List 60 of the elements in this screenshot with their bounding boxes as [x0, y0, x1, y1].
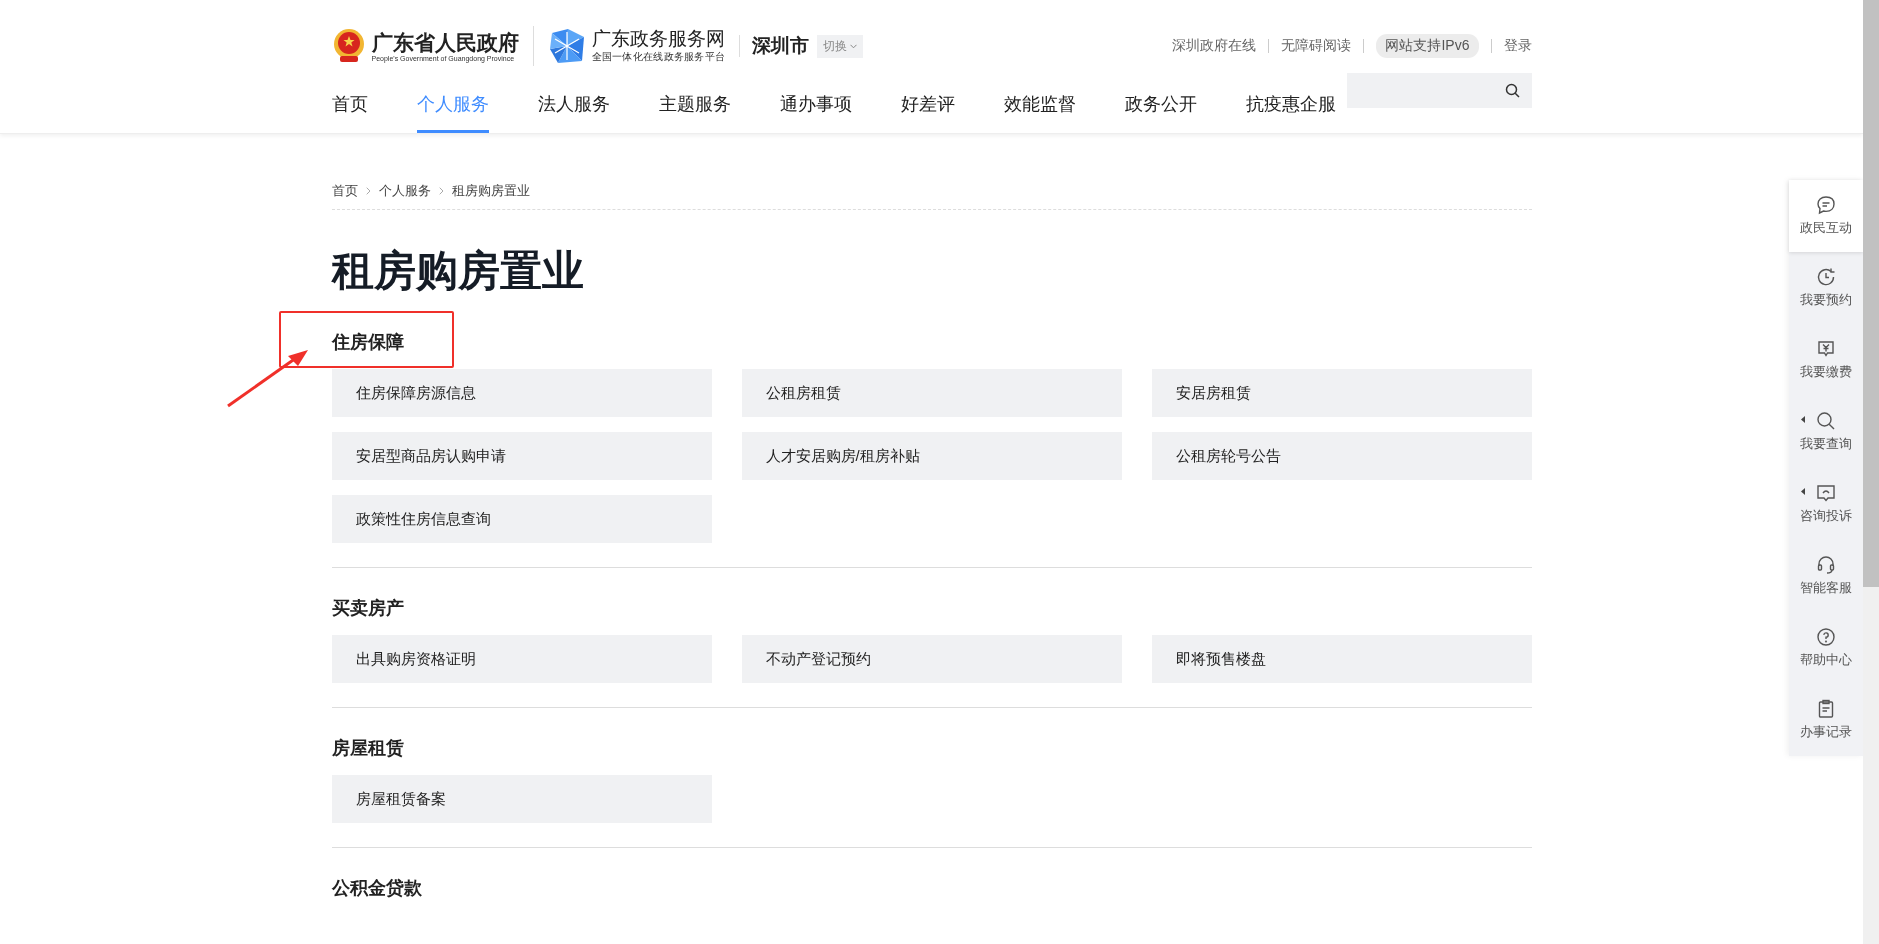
service-tile[interactable]: 即将预售楼盘 [1151, 635, 1532, 683]
chevron-down-icon [850, 43, 858, 49]
nav-tab[interactable]: 通办事项 [779, 68, 852, 133]
section-heading: 住房保障 [331, 331, 404, 354]
sidebar-item[interactable]: 帮助中心 [1789, 612, 1863, 684]
top-link[interactable]: 登录 [1503, 37, 1532, 55]
sidebar-item[interactable]: 我要缴费 [1789, 324, 1863, 396]
service-tile[interactable]: 房屋租赁备案 [331, 775, 712, 823]
service-tile[interactable]: 出具购房资格证明 [331, 635, 712, 683]
search-field[interactable] [1346, 73, 1532, 108]
service-tile[interactable]: 公租房租赁 [741, 369, 1122, 417]
message-screen-icon [1816, 483, 1836, 503]
government-title: 广东省人民政府 [371, 30, 519, 55]
nav-tab[interactable]: 政务公开 [1124, 68, 1197, 133]
breadcrumb-link[interactable]: 个人服务 [378, 182, 431, 200]
section-heading: 公积金贷款 [331, 877, 422, 900]
service-tile[interactable]: 不动产登记预约 [741, 635, 1122, 683]
section-heading: 买卖房产 [331, 597, 404, 620]
scrollbar-thumb[interactable] [1863, 0, 1879, 587]
chevron-right-icon [365, 187, 371, 195]
nav-tab[interactable]: 效能监督 [1003, 68, 1076, 133]
help-icon [1816, 627, 1836, 647]
section-heading: 房屋租赁 [331, 737, 404, 760]
breadcrumb-link[interactable]: 租房购房置业 [451, 182, 530, 200]
search-icon [1816, 411, 1836, 431]
sidebar-item[interactable]: 政民互动 [1789, 180, 1863, 252]
service-tile[interactable]: 住房保障房源信息 [331, 369, 712, 417]
scrollbar[interactable] [1863, 0, 1879, 944]
sidebar-item[interactable]: 我要预约 [1789, 252, 1863, 324]
nav-tab[interactable]: 好差评 [900, 68, 955, 133]
nav-tab[interactable]: 主题服务 [658, 68, 731, 133]
pinwheel-icon [547, 27, 586, 65]
nav-tab[interactable]: 首页 [331, 68, 368, 133]
top-link[interactable]: 无障碍阅读 [1281, 37, 1352, 55]
search-icon [1504, 83, 1520, 98]
sidebar-item[interactable]: 咨询投诉 [1789, 468, 1863, 540]
top-link[interactable]: 深圳政府在线 [1172, 37, 1257, 55]
sidebar-item[interactable]: 办事记录 [1789, 684, 1863, 756]
nav-tab[interactable]: 法人服务 [537, 68, 610, 133]
city-name: 深圳市 [752, 34, 810, 58]
breadcrumb-link[interactable]: 首页 [331, 182, 358, 200]
sidebar-item[interactable]: 我要查询 [1789, 396, 1863, 468]
portal-title: 广东政务服务网 [591, 28, 726, 50]
service-tile[interactable]: 安居型商品房认购申请 [331, 432, 712, 480]
sidebar-item[interactable]: 智能客服 [1789, 540, 1863, 612]
service-tile[interactable]: 安居房租赁 [1151, 369, 1532, 417]
portal-subtitle: 全国一体化在线政务服务平台 [591, 50, 726, 64]
yen-note-icon [1816, 339, 1836, 359]
chat-bubble-icon [1816, 195, 1836, 215]
clock-icon [1816, 267, 1836, 287]
page-title: 租房购房置业 [331, 246, 585, 296]
service-tile[interactable]: 政策性住房信息查询 [331, 495, 712, 543]
emblem-icon [331, 28, 366, 64]
headset-icon [1816, 555, 1836, 575]
service-tile[interactable]: 人才安居购房/租房补贴 [741, 432, 1122, 480]
service-tile[interactable]: 公租房轮号公告 [1151, 432, 1532, 480]
nav-tab[interactable]: 抗疫惠企服 [1245, 68, 1336, 133]
chevron-right-icon [438, 187, 444, 195]
clipboard-icon [1816, 699, 1836, 719]
ipv6-badge[interactable]: 网站支持IPv6 [1376, 34, 1479, 58]
